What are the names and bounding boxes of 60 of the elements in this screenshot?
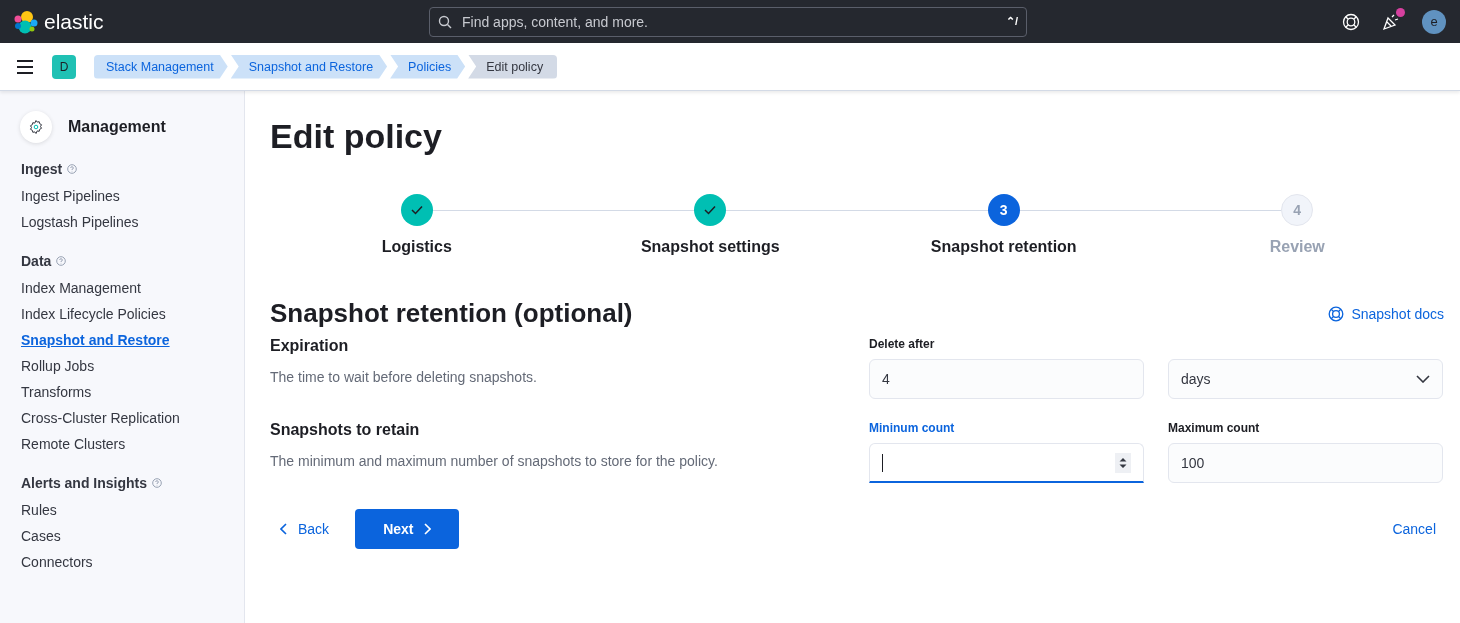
space-avatar[interactable]: D [52,54,76,79]
chevron-right-icon [423,523,432,535]
step-indicator[interactable] [400,194,433,226]
sidebar-item[interactable]: Ingest Pipelines [21,183,120,209]
chevron-down-icon [1416,375,1430,383]
sidebar-item[interactable]: Cross-Cluster Replication [21,405,180,431]
lifebuoy-icon [1328,305,1345,322]
page-title: Edit policy [270,117,443,156]
section-title: Snapshot retention (optional) [270,298,633,329]
logo-icon[interactable] [14,9,38,34]
search-icon [438,14,452,29]
check-icon [704,205,717,215]
sidebar-item[interactable]: Logstash Pipelines [21,209,139,235]
input-field[interactable]: 4 [869,359,1144,399]
sidebar-item[interactable]: Transforms [21,379,92,405]
step-label: Review [1269,238,1325,256]
party-popper-icon[interactable] [1382,12,1400,31]
section-heading: Alerts and Insights [21,475,148,491]
docs-link[interactable]: Snapshot docs [1328,305,1444,322]
breadcrumb[interactable]: Edit policy [468,54,558,79]
sidebar-item[interactable]: Rollup Jobs [21,353,95,379]
step-indicator[interactable]: 3 [987,194,1020,226]
unit-select[interactable]: days [1168,359,1443,399]
menu-icon[interactable] [16,59,34,74]
step-label: Snapshot retention [930,238,1077,256]
sidebar-item[interactable]: Cases [21,523,61,549]
step-label: Snapshot settings [640,238,780,256]
input-field[interactable]: 100 [1168,443,1443,483]
user-avatar[interactable]: e [1422,9,1446,34]
settings-icon [20,111,52,143]
breadcrumb[interactable]: Stack Management [94,54,228,79]
step-label: Logistics [381,238,452,256]
sidebar-item[interactable]: Snapshot and Restore [21,327,170,353]
sidebar-title: Management [68,118,166,136]
field-label: Delete after [869,337,935,351]
sidebar-item[interactable]: Rules [21,497,57,523]
breadcrumb[interactable]: Snapshot and Restore [230,54,388,79]
chevron-left-icon [280,523,288,535]
step-indicator[interactable] [694,194,727,226]
next-button[interactable]: Next [355,509,460,549]
group-title: Snapshots to retain [270,421,421,439]
sidebar-item[interactable]: Index Management [21,275,141,301]
sidebar-item[interactable]: Index Lifecycle Policies [21,301,166,327]
shortcut-hint: ⌃/ [1005,15,1018,28]
input-field[interactable] [869,443,1144,483]
search-field[interactable]: Find apps, content, and more. ⌃/ [429,6,1027,37]
sidebar-item[interactable]: Remote Clusters [21,431,126,457]
group-description: The minimum and maximum number of snapshots to store for the policy. [270,453,719,469]
brand-name: elastic [44,9,104,34]
section-heading: Data [21,253,52,269]
cancel-button[interactable]: Cancel [1384,513,1444,545]
sidebar-item[interactable]: Connectors [21,549,93,575]
group-title: Expiration [270,337,350,355]
section-heading: Ingest [21,161,63,177]
group-description: The time to wait before deleting snapshots. [270,369,538,385]
field-label: Mininum count [869,421,955,435]
back-button[interactable]: Back [270,513,340,545]
check-icon [410,205,423,215]
field-label: Maximum count [1168,421,1260,435]
breadcrumb[interactable]: Policies [390,54,466,79]
